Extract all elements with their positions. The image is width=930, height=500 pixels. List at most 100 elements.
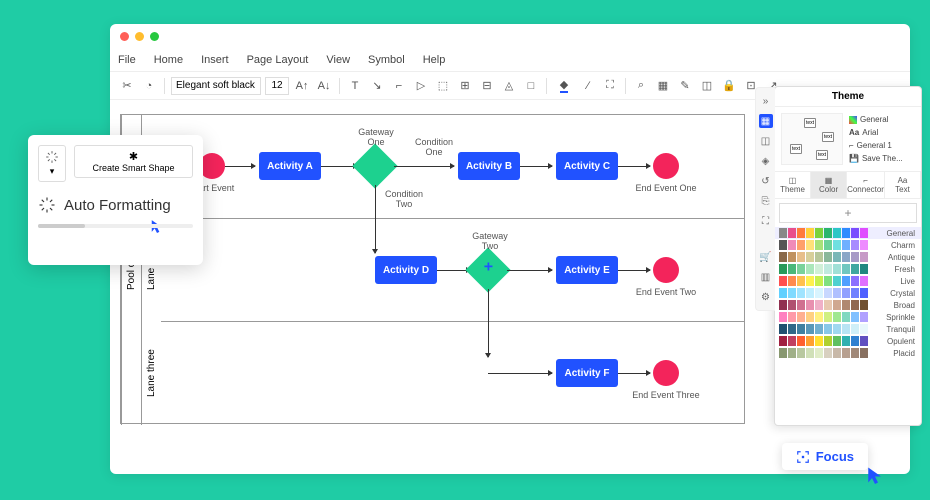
font-selector[interactable]: Elegant soft black	[171, 77, 261, 95]
color-swatch[interactable]	[824, 228, 832, 238]
color-swatch[interactable]	[842, 300, 850, 310]
color-swatch[interactable]	[788, 348, 796, 358]
shape-button[interactable]: ◬	[500, 77, 518, 95]
color-swatch[interactable]	[833, 348, 841, 358]
swatch-row[interactable]: Sprinkle	[775, 311, 921, 323]
color-swatch[interactable]	[824, 348, 832, 358]
color-swatch[interactable]	[815, 300, 823, 310]
color-swatch[interactable]	[797, 252, 805, 262]
cut-button[interactable]: ✂	[118, 77, 136, 95]
color-swatch[interactable]	[779, 276, 787, 286]
font-size-selector[interactable]: 12	[265, 77, 289, 95]
color-swatch[interactable]	[815, 324, 823, 334]
swatch-row[interactable]: Antique	[775, 251, 921, 263]
menu-page-layout[interactable]: Page Layout	[247, 54, 309, 66]
color-swatch[interactable]	[797, 228, 805, 238]
color-swatch[interactable]	[788, 288, 796, 298]
dec-font-button[interactable]: A↓	[315, 77, 333, 95]
color-swatch[interactable]	[815, 252, 823, 262]
color-swatch[interactable]	[851, 288, 859, 298]
color-swatch[interactable]	[833, 240, 841, 250]
color-swatch[interactable]	[806, 276, 814, 286]
tab-color[interactable]: ▦Color	[811, 172, 847, 198]
color-swatch[interactable]	[860, 276, 868, 286]
canvas[interactable]: Pool one Lane one Lane two Lane three St…	[120, 114, 840, 474]
color-swatch[interactable]	[842, 240, 850, 250]
activity-e[interactable]: Activity E	[556, 256, 618, 284]
swatch-row[interactable]: Crystal	[775, 287, 921, 299]
text-tool-button[interactable]: T	[346, 77, 364, 95]
color-swatch[interactable]	[842, 348, 850, 358]
color-swatch[interactable]	[788, 276, 796, 286]
swatch-row[interactable]: Charm	[775, 239, 921, 251]
activity-b[interactable]: Activity B	[458, 152, 520, 180]
grid-icon[interactable]: ▥	[759, 270, 773, 284]
color-swatch[interactable]	[860, 228, 868, 238]
color-swatch[interactable]	[824, 276, 832, 286]
color-swatch[interactable]	[806, 288, 814, 298]
color-swatch[interactable]	[797, 336, 805, 346]
color-swatch[interactable]	[815, 348, 823, 358]
swatch-row[interactable]: Fresh	[775, 263, 921, 275]
theme-list-general[interactable]: General	[849, 113, 915, 126]
color-swatch[interactable]	[788, 252, 796, 262]
settings-icon[interactable]: ⚙	[759, 290, 773, 304]
color-swatch[interactable]	[797, 240, 805, 250]
tab-theme[interactable]: ◫Theme	[775, 172, 811, 198]
activity-d[interactable]: Activity D	[375, 256, 437, 284]
search-button[interactable]: ⌕	[632, 77, 650, 95]
color-swatch[interactable]	[860, 336, 868, 346]
color-swatch[interactable]	[806, 264, 814, 274]
focus-button[interactable]: Focus	[782, 443, 868, 470]
swatch-row[interactable]: General	[775, 227, 921, 239]
ruler-button[interactable]: ◫	[698, 77, 716, 95]
color-swatch[interactable]	[797, 324, 805, 334]
swatch-row[interactable]: Placid	[775, 347, 921, 359]
format-painter-button[interactable]: ◔	[140, 77, 158, 95]
color-swatch[interactable]	[815, 288, 823, 298]
color-swatch[interactable]	[779, 348, 787, 358]
color-swatch[interactable]	[842, 324, 850, 334]
color-swatch[interactable]	[788, 240, 796, 250]
color-swatch[interactable]	[860, 252, 868, 262]
pointer-tool-button[interactable]: ▷	[412, 77, 430, 95]
swatch-row[interactable]: Live	[775, 275, 921, 287]
color-swatch[interactable]	[833, 324, 841, 334]
activity-a[interactable]: Activity A	[259, 152, 321, 180]
color-swatch[interactable]	[833, 300, 841, 310]
color-swatch[interactable]	[833, 336, 841, 346]
layers-icon[interactable]: ◈	[759, 154, 773, 168]
color-swatch[interactable]	[815, 336, 823, 346]
color-swatch[interactable]	[806, 324, 814, 334]
color-swatch[interactable]	[860, 324, 868, 334]
theme-list-general1[interactable]: ⌐General 1	[849, 139, 915, 152]
color-swatch[interactable]	[797, 348, 805, 358]
color-swatch[interactable]	[815, 312, 823, 322]
color-swatch[interactable]	[842, 252, 850, 262]
fill-color-button[interactable]: ◆	[553, 77, 575, 95]
color-swatch[interactable]	[842, 312, 850, 322]
color-swatch[interactable]	[833, 228, 841, 238]
color-swatch[interactable]	[824, 240, 832, 250]
menu-symbol[interactable]: Symbol	[368, 54, 405, 66]
color-swatch[interactable]	[806, 240, 814, 250]
color-swatch[interactable]	[842, 264, 850, 274]
page-icon[interactable]: ⎘	[759, 194, 773, 208]
color-swatch[interactable]	[815, 240, 823, 250]
theme-tool-icon[interactable]: ▦	[759, 114, 773, 128]
add-swatch-button[interactable]: +	[779, 203, 917, 223]
spark-button[interactable]: ▾	[38, 145, 66, 182]
color-swatch[interactable]	[851, 312, 859, 322]
color-swatch[interactable]	[833, 252, 841, 262]
inc-font-button[interactable]: A↑	[293, 77, 311, 95]
color-swatch[interactable]	[788, 312, 796, 322]
lock-button[interactable]: 🔒	[720, 77, 738, 95]
color-swatch[interactable]	[806, 300, 814, 310]
end-event-one[interactable]	[653, 153, 679, 179]
color-swatch[interactable]	[860, 264, 868, 274]
create-smart-shape-button[interactable]: ✱ Create Smart Shape	[74, 145, 193, 178]
theme-list-font[interactable]: AaArial	[849, 126, 915, 139]
close-window-button[interactable]	[120, 32, 129, 41]
layer-button[interactable]: ⬚	[434, 77, 452, 95]
color-swatch[interactable]	[797, 276, 805, 286]
